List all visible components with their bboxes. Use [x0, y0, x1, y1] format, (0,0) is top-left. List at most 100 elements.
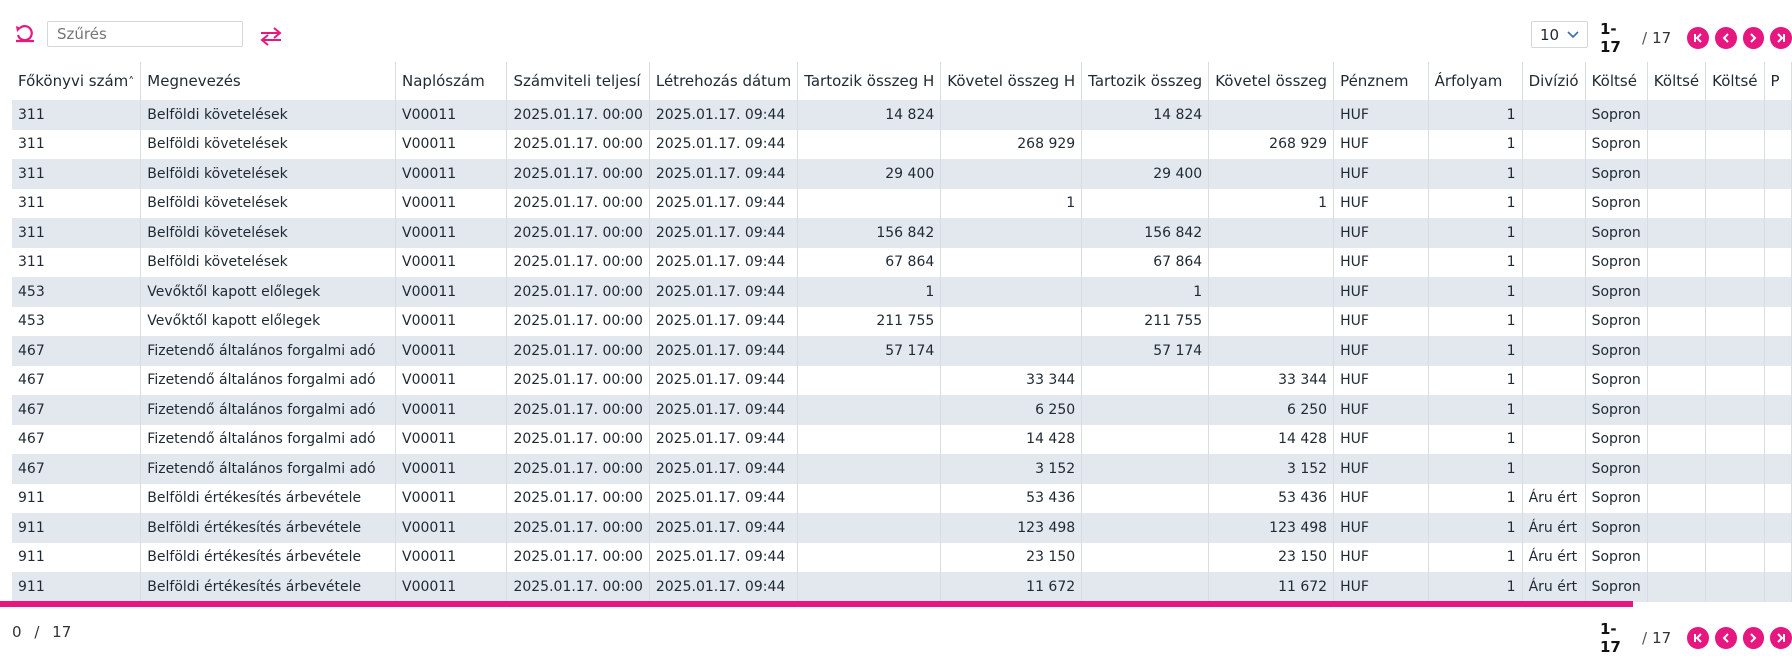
table-row[interactable]: 911 Belföldi értékesítés árbevétele V00011… — [12, 513, 1792, 543]
table-row[interactable]: 467 Fizetendő általános forgalmi adó V0001… — [12, 365, 1792, 395]
column-header-megnevezes[interactable]: Megnevezés — [140, 62, 397, 100]
column-header-koltseg1[interactable]: Költsé — [1585, 62, 1648, 100]
cell-koltseg1: Sopron — [1585, 188, 1648, 218]
cell-divizio — [1522, 424, 1586, 454]
cell-arfolyam: 1 — [1428, 129, 1523, 159]
cell-kovetel_h: 1 — [940, 188, 1083, 218]
cell-kovetel_h: 123 498 — [940, 513, 1083, 543]
column-header-kovetel_h[interactable]: Követel összeg H — [940, 62, 1083, 100]
cell-divizio — [1522, 277, 1586, 307]
cell-penznem: HUF — [1333, 365, 1429, 395]
table-row[interactable]: 467 Fizetendő általános forgalmi adó V0001… — [12, 336, 1792, 366]
cell-kovetel — [1208, 100, 1335, 130]
selected-separator: / — [34, 623, 40, 641]
next-page-icon[interactable] — [1742, 27, 1765, 49]
prev-page-icon[interactable] — [1714, 27, 1737, 49]
table-row[interactable]: 467 Fizetendő általános forgalmi adó V0001… — [12, 395, 1792, 425]
column-header-naploszam[interactable]: Naplószám — [395, 62, 508, 100]
table-row[interactable]: 453 Vevőktől kapott előlegek V00011 2025.01… — [12, 277, 1792, 307]
column-header-szamviteli[interactable]: Számviteli teljesí — [506, 62, 650, 100]
cell-koltseg3 — [1705, 100, 1765, 130]
cell-arfolyam: 1 — [1428, 306, 1523, 336]
cell-p — [1764, 424, 1792, 454]
cell-megnevezes: Belföldi követelések — [140, 100, 397, 130]
cell-koltseg3 — [1705, 572, 1765, 602]
pager-top: 1-17 / 17 — [1600, 20, 1792, 56]
cell-koltseg3 — [1705, 247, 1765, 277]
column-header-tartozik_h[interactable]: Tartozik összeg H — [797, 62, 942, 100]
column-header-arfolyam[interactable]: Árfolyam — [1428, 62, 1523, 100]
cell-kovetel_h — [940, 100, 1083, 130]
column-header-penznem[interactable]: Pénznem — [1333, 62, 1429, 100]
column-header-koltseg2[interactable]: Költsé — [1647, 62, 1707, 100]
cell-tartozik — [1081, 454, 1210, 484]
cell-koltseg2 — [1647, 100, 1707, 130]
prev-page-icon[interactable] — [1714, 627, 1737, 649]
table-row[interactable]: 911 Belföldi értékesítés árbevétele V00011… — [12, 542, 1792, 572]
table-row[interactable]: 311 Belföldi követelések V00011 2025.01.17.… — [12, 129, 1792, 159]
cell-fokonyvi: 311 — [12, 218, 142, 248]
next-page-icon[interactable] — [1742, 627, 1765, 649]
column-header-tartozik[interactable]: Tartozik összeg — [1081, 62, 1210, 100]
cell-tartozik — [1081, 424, 1210, 454]
column-header-kovetel[interactable]: Követel összeg — [1208, 62, 1335, 100]
column-header-letrehozas[interactable]: Létrehozás dátum — [649, 62, 799, 100]
cell-fokonyvi: 467 — [12, 336, 142, 366]
cell-koltseg1: Sopron — [1585, 365, 1648, 395]
cell-tartozik_h: 156 842 — [797, 218, 942, 248]
last-page-icon[interactable] — [1770, 627, 1792, 649]
cell-p — [1764, 129, 1792, 159]
cell-tartozik_h — [797, 395, 942, 425]
cell-kovetel_h: 23 150 — [940, 542, 1083, 572]
filter-input[interactable] — [47, 21, 243, 47]
cell-p — [1764, 542, 1792, 572]
cell-koltseg1: Sopron — [1585, 483, 1648, 513]
page-size-select[interactable]: 10 — [1531, 21, 1588, 48]
column-header-divizio[interactable]: Divízió — [1522, 62, 1586, 100]
cell-tartozik_h: 67 864 — [797, 247, 942, 277]
cell-szamviteli: 2025.01.17. 00:00 — [506, 336, 650, 366]
column-header-koltseg3[interactable]: Költsé — [1705, 62, 1765, 100]
table-row[interactable]: 311 Belföldi követelések V00011 2025.01.17.… — [12, 159, 1792, 189]
horizontal-scrollbar[interactable] — [0, 601, 1633, 607]
reset-icon[interactable] — [10, 19, 40, 49]
cell-arfolyam: 1 — [1428, 159, 1523, 189]
cell-arfolyam: 1 — [1428, 513, 1523, 543]
table-row[interactable]: 911 Belföldi értékesítés árbevétele V00011… — [12, 572, 1792, 602]
cell-penznem: HUF — [1333, 129, 1429, 159]
table-row[interactable]: 311 Belföldi követelések V00011 2025.01.17.… — [12, 100, 1792, 130]
cell-koltseg1: Sopron — [1585, 424, 1648, 454]
cell-kovetel_h: 6 250 — [940, 395, 1083, 425]
table-row[interactable]: 467 Fizetendő általános forgalmi adó V0001… — [12, 454, 1792, 484]
cell-letrehozas: 2025.01.17. 09:44 — [649, 159, 799, 189]
cell-letrehozas: 2025.01.17. 09:44 — [649, 572, 799, 602]
table-row[interactable]: 311 Belföldi követelések V00011 2025.01.17.… — [12, 218, 1792, 248]
cell-naploszam: V00011 — [395, 395, 508, 425]
cell-divizio — [1522, 159, 1586, 189]
table-row[interactable]: 453 Vevőktől kapott előlegek V00011 2025.01… — [12, 306, 1792, 336]
cell-arfolyam: 1 — [1428, 424, 1523, 454]
first-page-icon[interactable] — [1687, 27, 1709, 49]
column-header-p[interactable]: P — [1764, 62, 1792, 100]
pager-range: 1-17 — [1600, 20, 1621, 56]
table-row[interactable]: 311 Belföldi követelések V00011 2025.01.17.… — [12, 188, 1792, 218]
column-header-label: Számviteli teljesí — [513, 72, 641, 90]
cell-divizio — [1522, 129, 1586, 159]
cell-tartozik — [1081, 483, 1210, 513]
cell-kovetel: 53 436 — [1208, 483, 1335, 513]
sort-ascending-icon[interactable]: ˄ — [128, 75, 134, 89]
cell-kovetel: 6 250 — [1208, 395, 1335, 425]
column-header-label: Költsé — [1712, 72, 1758, 90]
cell-koltseg3 — [1705, 336, 1765, 366]
last-page-icon[interactable] — [1770, 27, 1792, 49]
cell-megnevezes: Belföldi követelések — [140, 247, 397, 277]
swap-icon[interactable] — [256, 21, 286, 51]
column-header-label: Divízió — [1528, 72, 1579, 90]
cell-szamviteli: 2025.01.17. 00:00 — [506, 218, 650, 248]
pager-range: 1-17 — [1600, 620, 1621, 656]
table-row[interactable]: 467 Fizetendő általános forgalmi adó V0001… — [12, 424, 1792, 454]
first-page-icon[interactable] — [1687, 627, 1709, 649]
table-row[interactable]: 311 Belföldi követelések V00011 2025.01.17.… — [12, 247, 1792, 277]
column-header-fokonyvi[interactable]: Főkönyvi szám˄ — [12, 62, 142, 100]
table-row[interactable]: 911 Belföldi értékesítés árbevétele V00011… — [12, 483, 1792, 513]
